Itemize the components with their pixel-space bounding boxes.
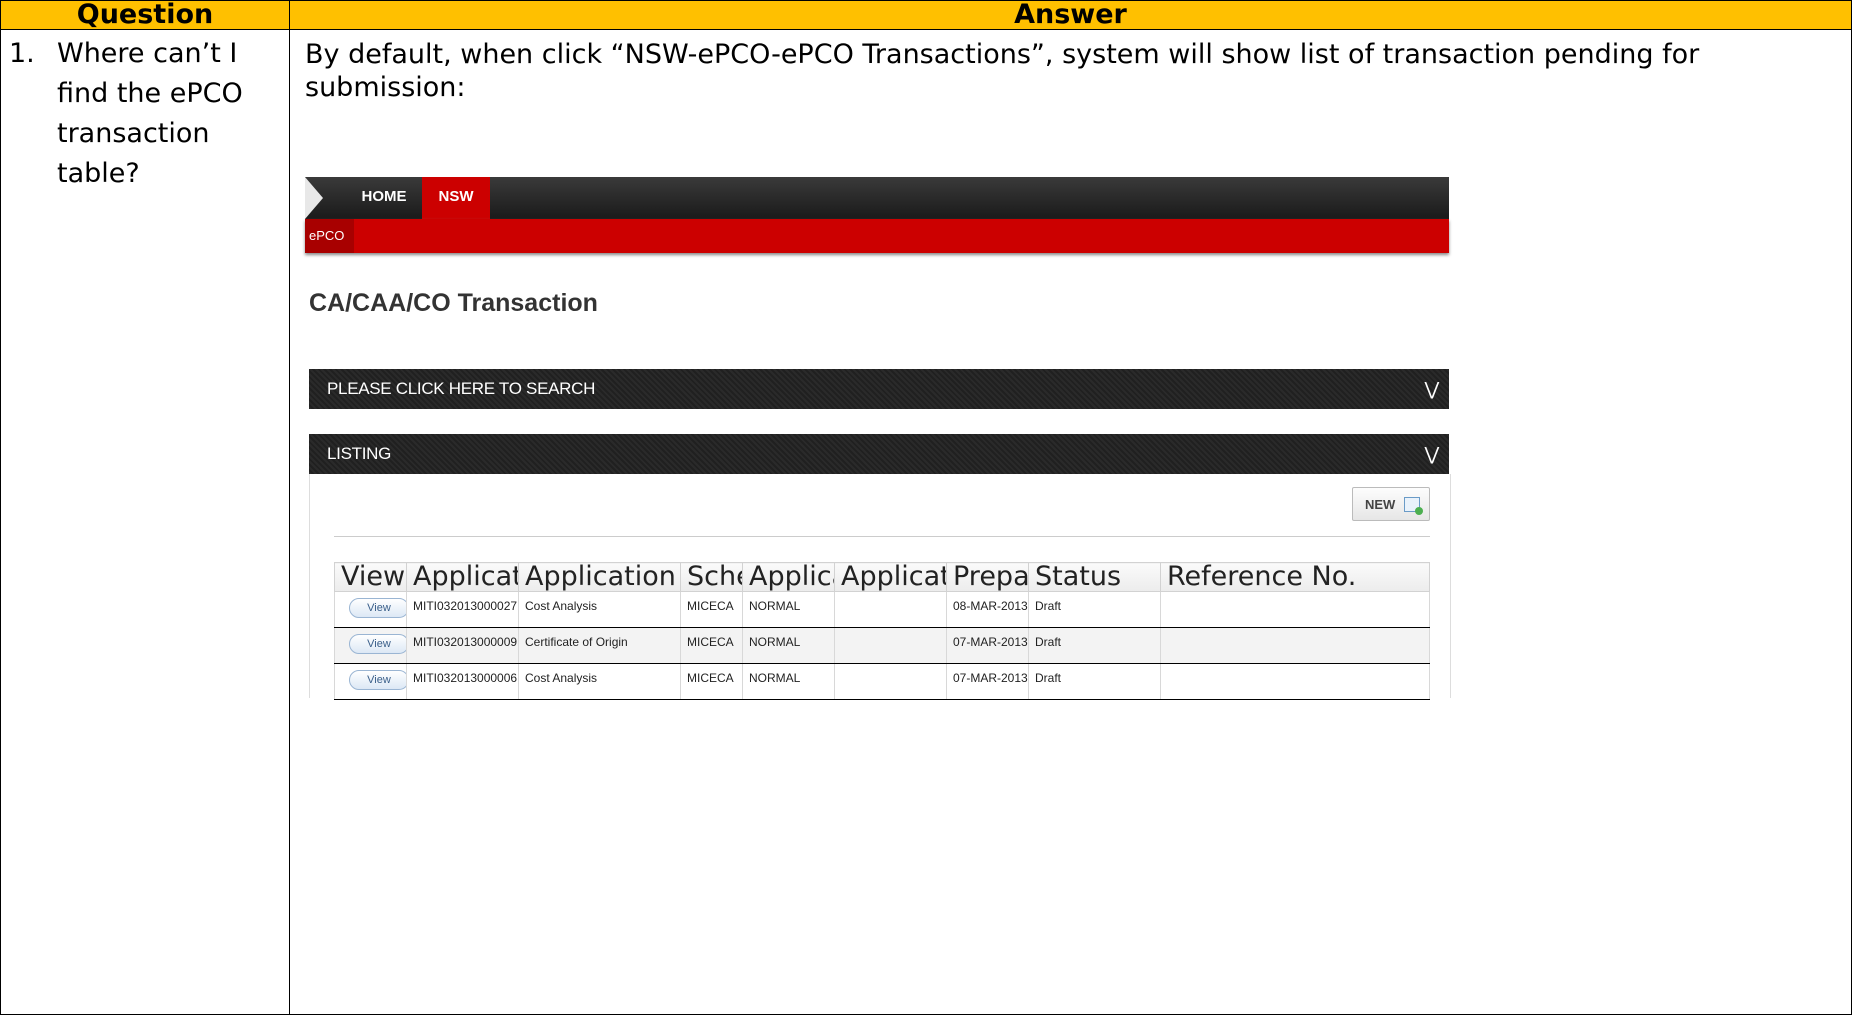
application-case: NORMAL bbox=[742, 591, 835, 628]
application-id: MITI032013000006 bbox=[406, 663, 519, 700]
search-panel-label: PLEASE CLICK HERE TO SEARCH bbox=[327, 379, 596, 398]
column-header[interactable]: Application Type bbox=[518, 562, 681, 592]
transaction-table: View Details Application ID Application … bbox=[334, 562, 1430, 700]
column-header[interactable]: Application Case bbox=[742, 562, 835, 592]
application-type: Certificate of Origin bbox=[518, 627, 681, 664]
table-row: View MITI032013000006 Cost Analysis MICE… bbox=[334, 663, 1430, 700]
new-button-label: NEW bbox=[1365, 497, 1396, 512]
faq-row: 1. Where can’t I find the ePCO transacti… bbox=[0, 29, 1852, 1015]
table-header-row: View Details Application ID Application … bbox=[334, 562, 1430, 592]
table-row: View MITI032013000027 Cost Analysis MICE… bbox=[334, 591, 1430, 628]
question-number: 1. bbox=[9, 38, 35, 69]
application-id: MITI032013000027 bbox=[406, 591, 519, 628]
new-button[interactable]: NEW bbox=[1352, 487, 1430, 521]
view-cell: View bbox=[334, 591, 407, 628]
scheme: MICECA bbox=[680, 663, 743, 700]
application-date bbox=[834, 591, 947, 628]
search-panel-header[interactable]: PLEASE CLICK HERE TO SEARCH ⋁ bbox=[309, 369, 1449, 409]
reference-no bbox=[1160, 663, 1430, 700]
column-header[interactable]: Reference No. bbox=[1160, 562, 1430, 592]
faq-header-row: Question Answer bbox=[0, 0, 1852, 30]
view-cell: View bbox=[334, 627, 407, 664]
prepared-date: 08-MAR-2013 1 bbox=[946, 591, 1029, 628]
answer-header: Answer bbox=[289, 0, 1852, 30]
reference-no bbox=[1160, 627, 1430, 664]
scheme: MICECA bbox=[680, 591, 743, 628]
column-header[interactable]: Prepared Date bbox=[946, 562, 1029, 592]
listing-panel-label: LISTING bbox=[327, 444, 392, 463]
nav-home-tab[interactable]: HOME bbox=[353, 177, 415, 219]
nav-nsw-tab[interactable]: NSW bbox=[422, 177, 490, 219]
application-date bbox=[834, 627, 947, 664]
application-type: Cost Analysis bbox=[518, 591, 681, 628]
column-header[interactable]: Application Date bbox=[834, 562, 947, 592]
page-title: CA/CAA/CO Transaction bbox=[309, 289, 598, 317]
application-case: NORMAL bbox=[742, 627, 835, 664]
chevron-down-icon[interactable]: ⋁ bbox=[1425, 369, 1440, 409]
answer-cell: By default, when click “NSW-ePCO-ePCO Tr… bbox=[289, 29, 1852, 1015]
question-text: Where can’t I find the ePCO transaction … bbox=[57, 38, 243, 189]
reference-no bbox=[1160, 591, 1430, 628]
column-header[interactable]: Application ID bbox=[406, 562, 519, 592]
listing-panel-header[interactable]: LISTING ⋁ bbox=[309, 434, 1449, 474]
listing-body: NEW View Details Application ID bbox=[309, 474, 1451, 700]
faq-table: Question Answer 1. Where can’t I find th… bbox=[0, 0, 1852, 1015]
application-type: Cost Analysis bbox=[518, 663, 681, 700]
status: Draft bbox=[1028, 591, 1161, 628]
status: Draft bbox=[1028, 627, 1161, 664]
application-id: MITI032013000009 bbox=[406, 627, 519, 664]
application-case: NORMAL bbox=[742, 663, 835, 700]
application-date bbox=[834, 663, 947, 700]
column-header[interactable]: View Details bbox=[334, 562, 407, 592]
table-row: View MITI032013000009 Certificate of Ori… bbox=[334, 627, 1430, 664]
view-button[interactable]: View bbox=[349, 598, 406, 618]
column-header[interactable]: Scheme bbox=[680, 562, 743, 592]
sub-nav-epco[interactable]: ePCO bbox=[305, 219, 355, 253]
prepared-date: 07-MAR-2013 1 bbox=[946, 663, 1029, 700]
column-header[interactable]: Status bbox=[1028, 562, 1161, 592]
epco-screenshot: HOME NSW ePCO CA/CAA/CO Transaction PLEA… bbox=[305, 177, 1453, 700]
question-cell: 1. Where can’t I find the ePCO transacti… bbox=[0, 29, 290, 1015]
answer-intro: By default, when click “NSW-ePCO-ePCO Tr… bbox=[305, 39, 1700, 103]
top-nav-bar: HOME NSW bbox=[305, 177, 1449, 219]
prepared-date: 07-MAR-2013 1 bbox=[946, 627, 1029, 664]
divider bbox=[334, 536, 1430, 537]
view-button[interactable]: View bbox=[349, 670, 406, 690]
view-cell: View bbox=[334, 663, 407, 700]
view-button[interactable]: View bbox=[349, 634, 406, 654]
chevron-down-icon[interactable]: ⋁ bbox=[1425, 434, 1440, 474]
status: Draft bbox=[1028, 663, 1161, 700]
sub-nav-bar: ePCO bbox=[305, 219, 1449, 253]
scheme: MICECA bbox=[680, 627, 743, 664]
nav-arrow-icon bbox=[305, 177, 323, 219]
add-document-icon bbox=[1404, 497, 1423, 515]
question-header: Question bbox=[0, 0, 290, 30]
